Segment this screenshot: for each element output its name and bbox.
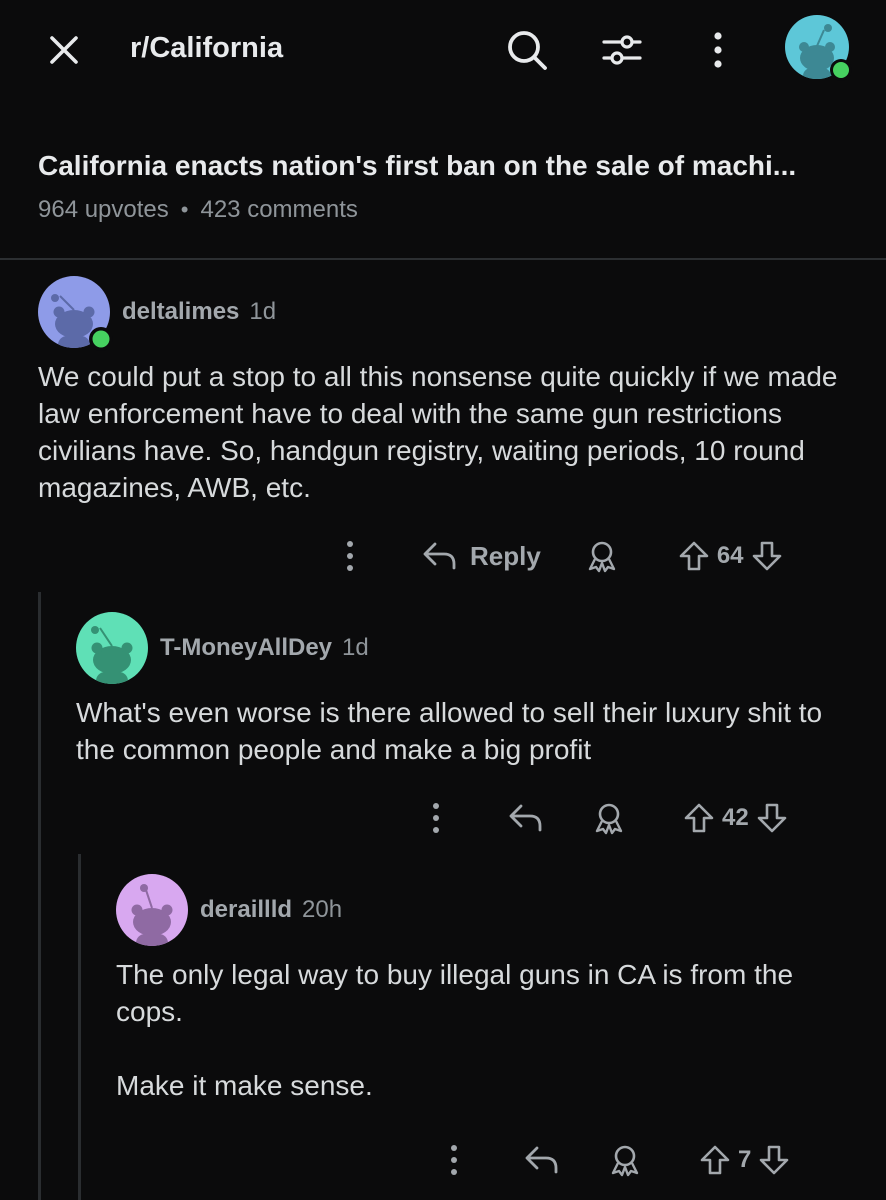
filter-button[interactable] bbox=[596, 24, 648, 76]
comment-age: 1d bbox=[249, 298, 277, 325]
comment-actions: 42 bbox=[416, 794, 789, 842]
user-avatar[interactable] bbox=[784, 14, 854, 84]
upvote-icon[interactable] bbox=[698, 1143, 732, 1177]
filter-icon bbox=[602, 35, 642, 65]
thread-line bbox=[78, 854, 81, 1200]
comment-actions: 7 bbox=[434, 1136, 791, 1184]
upvote-icon[interactable] bbox=[682, 801, 716, 835]
reply-label: Reply bbox=[470, 540, 541, 571]
comment: deltalimes 1d We could put a stop to all… bbox=[38, 276, 848, 506]
header-divider bbox=[0, 258, 886, 260]
comment-username[interactable]: deraillld bbox=[200, 896, 292, 924]
reply-icon bbox=[423, 542, 456, 570]
avatar[interactable] bbox=[38, 276, 113, 351]
snoo-avatar-icon bbox=[116, 874, 188, 946]
close-icon bbox=[50, 36, 78, 64]
comment-age: 20h bbox=[302, 896, 343, 923]
more-vertical-icon bbox=[451, 1145, 457, 1175]
vote-score: 7 bbox=[738, 1146, 752, 1173]
vote-score: 42 bbox=[722, 804, 749, 831]
comment-username[interactable]: T-MoneyAllDey bbox=[160, 634, 332, 662]
vote-score: 64 bbox=[716, 542, 744, 569]
reply-icon bbox=[509, 804, 542, 832]
award-button[interactable] bbox=[585, 539, 619, 573]
post-header[interactable]: California enacts nation's first ban on … bbox=[38, 150, 858, 224]
vote-controls: 42 bbox=[682, 801, 789, 835]
comment-text: We could put a stop to all this nonsense… bbox=[38, 361, 838, 503]
award-button[interactable] bbox=[592, 801, 626, 835]
downvote-icon[interactable] bbox=[755, 801, 789, 835]
comment-body: The only legal way to buy illegal guns i… bbox=[116, 956, 856, 1104]
award-icon bbox=[588, 541, 616, 573]
award-icon bbox=[595, 803, 623, 835]
more-vertical-icon bbox=[433, 803, 439, 833]
upvote-icon[interactable] bbox=[677, 539, 711, 573]
comment-more-button[interactable] bbox=[416, 801, 456, 835]
downvote-icon[interactable] bbox=[757, 1143, 791, 1177]
snoo-avatar-icon bbox=[785, 15, 852, 81]
comment-text: The only legal way to buy illegal guns i… bbox=[116, 959, 794, 1027]
comment: deraillld 20h The only legal way to buy … bbox=[116, 874, 856, 1104]
meta-separator: • bbox=[180, 197, 189, 222]
comment-more-button[interactable] bbox=[434, 1143, 474, 1177]
comment-more-button[interactable] bbox=[330, 539, 370, 573]
comment: T-MoneyAllDey 1d What's even worse is th… bbox=[76, 612, 846, 768]
comment-age: 1d bbox=[342, 634, 369, 661]
snoo-avatar-icon bbox=[38, 276, 113, 351]
thread-line bbox=[38, 592, 41, 1200]
post-meta: 964 upvotes • 423 comments bbox=[38, 196, 858, 224]
close-button[interactable] bbox=[40, 26, 88, 74]
snoo-avatar-icon bbox=[76, 612, 148, 684]
vote-controls: 64 bbox=[677, 539, 784, 573]
reply-button[interactable] bbox=[508, 802, 544, 834]
comment-count: 423 comments bbox=[200, 196, 358, 223]
reply-button[interactable] bbox=[524, 1144, 560, 1176]
top-bar: r/California bbox=[0, 0, 886, 100]
avatar[interactable] bbox=[116, 874, 188, 946]
reply-icon bbox=[525, 1146, 558, 1174]
comment-text: What's even worse is there allowed to se… bbox=[76, 697, 823, 765]
award-icon bbox=[611, 1145, 639, 1177]
reply-button[interactable]: Reply bbox=[422, 540, 541, 572]
comment-username[interactable]: deltalimes bbox=[122, 298, 239, 326]
more-options-button[interactable] bbox=[692, 24, 744, 76]
more-vertical-icon bbox=[347, 541, 353, 571]
comment-body: What's even worse is there allowed to se… bbox=[76, 694, 846, 768]
avatar[interactable] bbox=[76, 612, 148, 684]
search-button[interactable] bbox=[501, 24, 553, 76]
vote-controls: 7 bbox=[698, 1143, 791, 1177]
comment-body: We could put a stop to all this nonsense… bbox=[38, 358, 848, 506]
upvote-count: 964 upvotes bbox=[38, 196, 169, 223]
comment-text: Make it make sense. bbox=[116, 1070, 373, 1101]
comment-actions: Reply 64 bbox=[330, 532, 784, 580]
search-icon bbox=[508, 31, 547, 70]
more-vertical-icon bbox=[714, 32, 722, 68]
subreddit-name[interactable]: r/California bbox=[130, 32, 283, 65]
award-button[interactable] bbox=[608, 1143, 642, 1177]
post-title[interactable]: California enacts nation's first ban on … bbox=[38, 150, 858, 182]
downvote-icon[interactable] bbox=[750, 539, 784, 573]
